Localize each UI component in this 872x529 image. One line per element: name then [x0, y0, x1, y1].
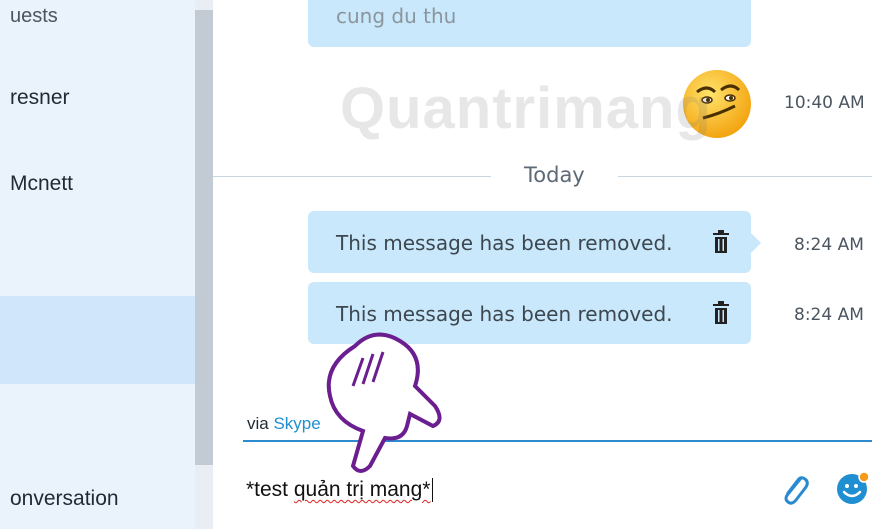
sidebar-scrollbar[interactable] — [195, 0, 213, 529]
message-input[interactable]: *test quản trị mang* — [246, 478, 434, 503]
message-time: 10:40 AM — [784, 93, 865, 113]
sidebar-item-selected[interactable] — [0, 296, 195, 384]
bubble-pointer — [751, 233, 761, 253]
scrollbar-thumb[interactable] — [195, 10, 213, 465]
message-input-text: *test — [246, 478, 294, 501]
via-prefix: via — [247, 414, 269, 433]
message-bubble[interactable]: cung du thu — [308, 0, 751, 47]
sidebar-item-contact-1[interactable]: resner — [10, 86, 70, 110]
trash-icon[interactable] — [711, 229, 731, 255]
message-text: This message has been removed. — [336, 302, 673, 326]
message-time: 8:24 AM — [794, 305, 864, 325]
sidebar-item-guests[interactable]: uests — [10, 5, 58, 28]
pointing-hand-icon — [326, 332, 442, 473]
date-divider-right — [618, 176, 872, 177]
watermark: Quantrimang — [340, 76, 712, 141]
skype-link[interactable]: Skype — [273, 414, 320, 433]
contacts-sidebar: uests resner Mcnett onversation — [0, 0, 195, 529]
sidebar-item-conversation[interactable]: onversation — [10, 487, 119, 511]
message-input-misspelled: quản trị mang* — [293, 478, 431, 501]
emoticon-icon[interactable] — [835, 470, 871, 506]
date-divider-left — [213, 176, 491, 177]
message-bubble-removed[interactable]: This message has been removed. — [308, 211, 761, 273]
message-text: This message has been removed. — [336, 231, 673, 255]
message-time: 8:24 AM — [794, 235, 864, 255]
date-separator: Today — [524, 163, 585, 187]
sidebar-item-contact-2[interactable]: Mcnett — [10, 172, 73, 196]
text-caret — [432, 478, 434, 503]
paperclip-icon[interactable] — [779, 472, 809, 506]
via-skype-label: via Skype — [247, 414, 321, 434]
trash-icon[interactable] — [711, 300, 731, 326]
message-text: cung du thu — [336, 4, 457, 28]
